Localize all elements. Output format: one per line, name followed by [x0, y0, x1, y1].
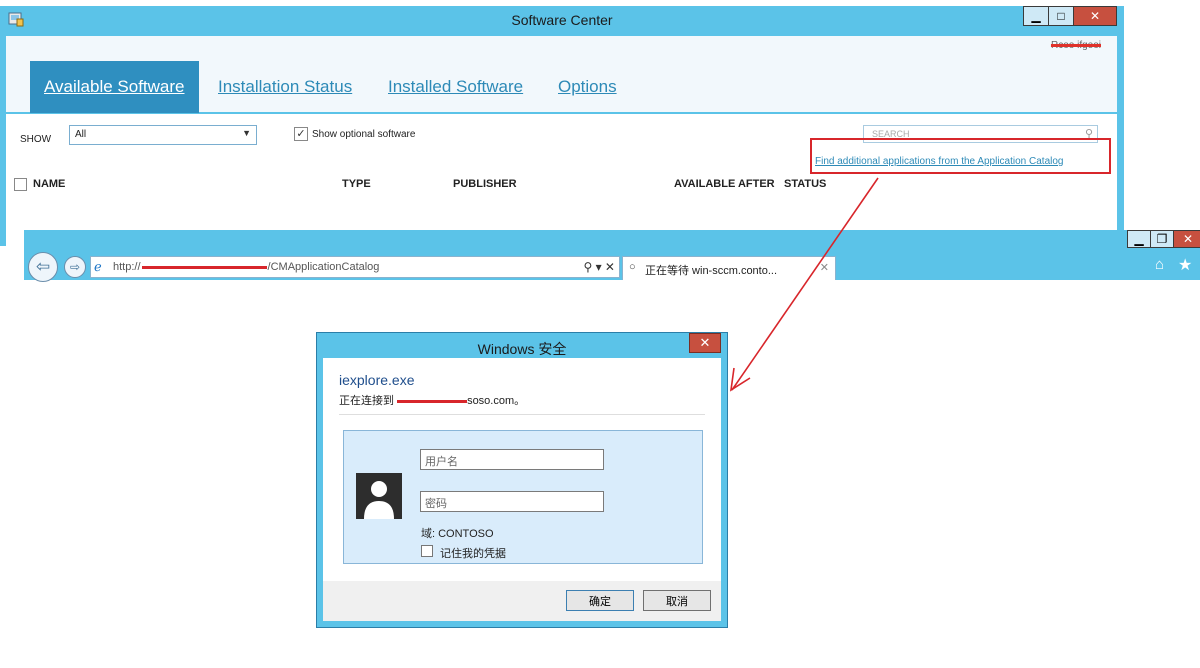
signed-in-user-label: Rcoo ifgeoi — [1050, 40, 1101, 51]
loading-spinner-icon: ○ — [629, 261, 636, 273]
dialog-close-button[interactable]: ✕ — [689, 333, 721, 353]
tab-available-software[interactable]: Available Software — [30, 61, 199, 113]
connecting-text: 正在连接到 soso.com。 — [339, 392, 525, 408]
show-filter-label: SHOW — [20, 134, 52, 145]
browser-minimize-button[interactable]: ▁ — [1127, 230, 1151, 248]
username-field[interactable]: 用户名 — [420, 449, 604, 470]
redaction-mark — [397, 399, 468, 403]
tab-installation-status[interactable]: Installation Status — [218, 61, 352, 113]
password-field[interactable]: 密码 — [420, 491, 604, 512]
windows-security-dialog: Windows 安全 ✕ iexplore.exe 正在连接到 soso.com… — [316, 332, 728, 628]
browser-window-controls: ▁ ❐ ✕ — [1127, 230, 1200, 248]
back-arrow-icon[interactable]: ⇦ — [28, 252, 58, 282]
forward-arrow-icon[interactable]: ⇨ — [64, 256, 86, 278]
column-header-name[interactable]: NAME — [33, 178, 65, 190]
sc-titlebar[interactable]: Software Center ▁ □ ✕ — [0, 6, 1124, 36]
domain-label: 域: CONTOSO — [421, 528, 494, 540]
favorites-star-icon[interactable]: ★ — [1178, 255, 1192, 275]
browser-tab[interactable]: ○ 正在等待 win-sccm.conto... ✕ — [622, 256, 836, 280]
close-button[interactable]: ✕ — [1073, 6, 1117, 26]
requesting-app-name: iexplore.exe — [339, 372, 415, 388]
sc-tab-bar: Rcoo ifgeoi Available Software Installat… — [6, 36, 1117, 114]
maximize-button[interactable]: □ — [1048, 6, 1074, 26]
show-filter-value: All — [75, 129, 87, 140]
sc-window-title: Software Center — [511, 12, 613, 28]
browser-tab-title: 正在等待 win-sccm.conto... — [645, 265, 778, 277]
home-icon[interactable]: ⌂ — [1155, 256, 1164, 273]
address-bar[interactable]: ℯ http:// /CMApplicationCatalog ⚲ ▾ ✕ — [90, 256, 620, 278]
tab-close-icon[interactable]: ✕ — [820, 261, 829, 274]
sc-body: Rcoo ifgeoi Available Software Installat… — [6, 36, 1117, 246]
remember-credentials-label[interactable]: 记住我的凭据 — [440, 545, 506, 561]
connecting-prefix: 正在连接到 — [339, 395, 398, 407]
dialog-title: Windows 安全 — [477, 341, 567, 357]
credential-panel: 用户名 密码 域: CONTOSO 记住我的凭据 — [343, 430, 703, 564]
redaction-mark — [141, 265, 267, 269]
user-avatar-icon — [356, 473, 402, 519]
cancel-button[interactable]: 取消 — [643, 590, 711, 611]
show-optional-checkbox[interactable]: ✓ — [294, 127, 308, 141]
url-suffix: /CMApplicationCatalog — [267, 261, 380, 273]
url-prefix: http:// — [113, 261, 141, 273]
dialog-footer: 确定 取消 — [323, 581, 721, 621]
tab-installed-software[interactable]: Installed Software — [388, 61, 523, 113]
ie-page-icon: ℯ — [94, 259, 102, 274]
column-header-type[interactable]: TYPE — [342, 178, 371, 190]
browser-restore-button[interactable]: ❐ — [1150, 230, 1174, 248]
show-optional-label: Show optional software — [312, 129, 416, 140]
minimize-button[interactable]: ▁ — [1023, 6, 1049, 26]
column-header-available-after[interactable]: AVAILABLE AFTER — [674, 178, 775, 190]
tab-options[interactable]: Options — [558, 61, 617, 113]
browser-window: ⇦ ⇨ ℯ http:// /CMApplicationCatalog ⚲ ▾ ✕… — [24, 230, 1200, 282]
connecting-suffix: soso.com。 — [467, 395, 526, 407]
browser-close-button[interactable]: ✕ — [1173, 230, 1200, 248]
application-catalog-link[interactable]: Find additional applications from the Ap… — [815, 156, 1064, 167]
ok-button[interactable]: 确定 — [566, 590, 634, 611]
address-controls[interactable]: ⚲ ▾ ✕ — [583, 260, 615, 274]
divider — [339, 414, 705, 415]
software-center-window: Software Center ▁ □ ✕ Rcoo ifgeoi Availa… — [0, 6, 1124, 246]
column-header-status[interactable]: STATUS — [784, 178, 826, 190]
select-all-checkbox[interactable] — [14, 178, 27, 191]
remember-credentials-checkbox[interactable] — [421, 545, 433, 557]
dialog-body: iexplore.exe 正在连接到 soso.com。 用户名 密码 域: C… — [323, 358, 721, 581]
address-url: http:// /CMApplicationCatalog — [113, 261, 379, 273]
column-header-publisher[interactable]: PUBLISHER — [453, 178, 517, 190]
chevron-down-icon: ▼ — [242, 128, 251, 138]
show-filter-dropdown[interactable]: All ▼ — [69, 125, 257, 145]
